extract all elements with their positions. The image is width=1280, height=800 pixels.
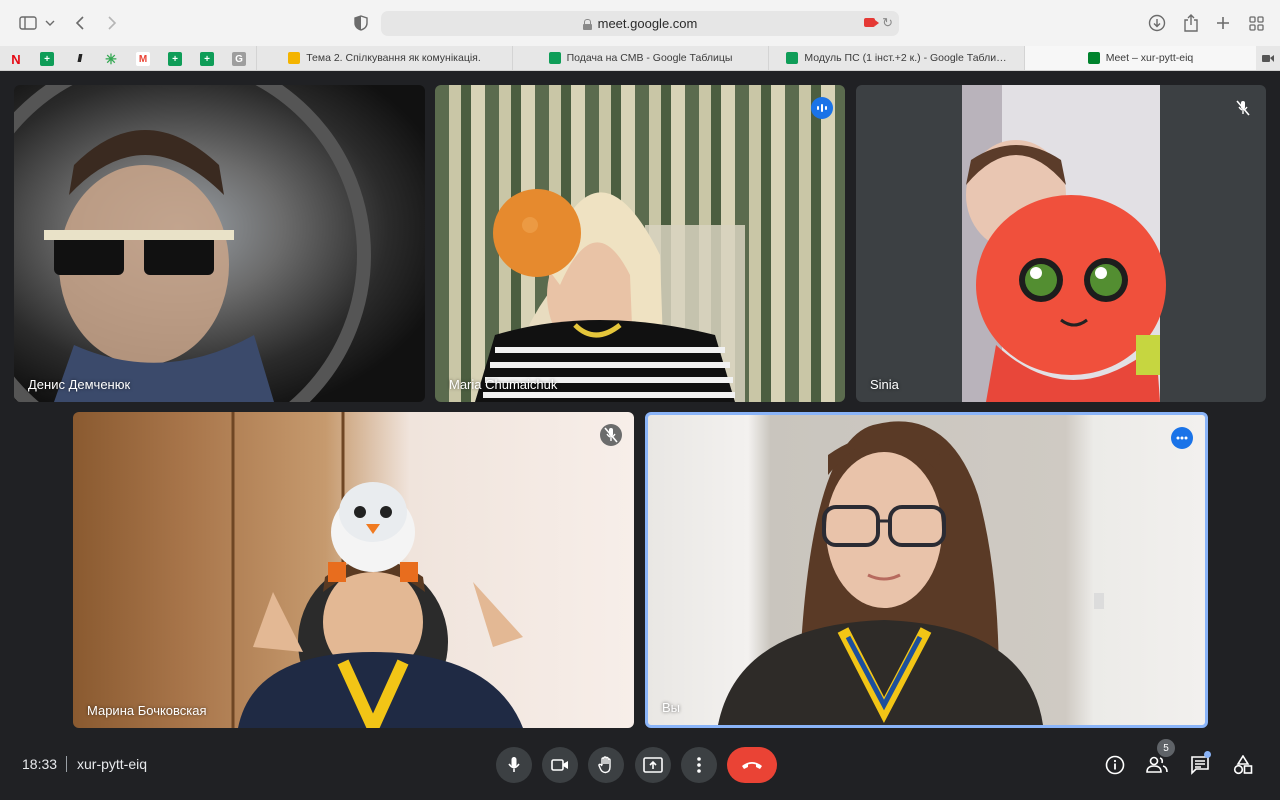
tab-bar: N + /// ✳ M + + G Тема 2. Спілкування як…: [0, 46, 1280, 71]
more-options-button[interactable]: [681, 747, 717, 783]
lock-icon: [582, 18, 592, 30]
microphone-icon: [508, 757, 520, 772]
g-icon[interactable]: G: [232, 52, 246, 66]
camera-in-use-icon[interactable]: [864, 18, 879, 27]
share-icon[interactable]: [1180, 11, 1202, 35]
tab-meet[interactable]: Meet – xur-pytt-eiq: [1024, 46, 1256, 70]
video-feed: [475, 189, 745, 402]
meeting-time: 18:33: [22, 756, 58, 772]
sheets-icon[interactable]: +: [200, 52, 214, 66]
download-icon[interactable]: [1146, 11, 1168, 35]
tab-theme[interactable]: Тема 2. Спілкування як комунікація.: [256, 46, 512, 70]
tab-label: Модуль ПС (1 інст.+2 к.) - Google Табли…: [804, 52, 1007, 64]
self-tile[interactable]: Вы: [645, 412, 1208, 728]
asterisk-icon[interactable]: ✳: [104, 51, 118, 67]
shield-icon[interactable]: [351, 11, 371, 35]
present-icon: [643, 757, 663, 773]
meeting-controls-bar: 18:33 xur-pytt-eiq 5: [0, 728, 1280, 800]
participant-tile[interactable]: Sinia: [856, 85, 1266, 402]
tab-label: Meet – xur-pytt-eiq: [1105, 52, 1194, 64]
meet-icon: [1087, 52, 1100, 64]
mic-off-icon: [1232, 97, 1254, 119]
video-feed: [962, 85, 1166, 402]
sidebar-toggle-icon[interactable]: [16, 11, 40, 35]
url-text: meet.google.com: [597, 16, 698, 31]
people-icon: [1146, 756, 1168, 773]
gmail-icon[interactable]: M: [136, 52, 150, 66]
address-bar[interactable]: meet.google.com ↻: [381, 11, 899, 36]
more-vert-icon: [697, 757, 701, 773]
video-feed: [231, 412, 523, 728]
netflix-icon[interactable]: N: [9, 52, 23, 67]
participant-tile[interactable]: Maria Chumaichuk: [435, 85, 845, 402]
back-icon[interactable]: [70, 11, 90, 35]
mic-off-icon: [600, 424, 622, 446]
participant-name: Вы: [662, 700, 681, 715]
participant-tile[interactable]: Денис Демченюк: [14, 85, 425, 402]
shapes-icon: [1233, 755, 1253, 775]
hand-icon: [598, 756, 611, 774]
sheets-icon: [786, 52, 799, 64]
raise-hand-button[interactable]: [588, 747, 624, 783]
activities-button[interactable]: [1230, 752, 1256, 778]
reload-icon[interactable]: ↻: [882, 15, 893, 31]
forward-icon[interactable]: [102, 11, 122, 35]
participant-name: Денис Демченюк: [28, 377, 131, 392]
camera-icon[interactable]: [1262, 53, 1274, 63]
browser-toolbar: meet.google.com ↻: [0, 0, 1280, 46]
new-message-dot: [1204, 751, 1211, 758]
tab-label: Тема 2. Спілкування як комунікація.: [306, 52, 481, 64]
tab-overview-icon[interactable]: [1245, 11, 1267, 35]
stripes-icon[interactable]: ///: [72, 52, 86, 66]
classroom-icon: [288, 52, 301, 64]
new-tab-icon[interactable]: [1212, 11, 1234, 35]
leave-call-button[interactable]: [727, 747, 777, 783]
sheets-icon[interactable]: +: [40, 52, 54, 66]
microphone-button[interactable]: [496, 747, 532, 783]
meeting-details-button[interactable]: [1102, 752, 1128, 778]
participant-tile[interactable]: Марина Бочковская: [73, 412, 634, 728]
sheets-icon: [548, 52, 561, 64]
chevron-down-icon[interactable]: [42, 11, 58, 35]
camera-icon: [551, 759, 568, 771]
meeting-code: xur-pytt-eiq: [77, 756, 148, 772]
tab-label: Подача на СМВ - Google Таблицы: [566, 52, 733, 64]
info-icon: [1105, 755, 1125, 775]
hang-up-icon: [742, 762, 762, 769]
tab-module-sheet[interactable]: Модуль ПС (1 інст.+2 к.) - Google Табли…: [768, 46, 1024, 70]
tab-smv-sheet[interactable]: Подача на СМВ - Google Таблицы: [512, 46, 768, 70]
participant-count-badge: 5: [1157, 739, 1175, 757]
video-feed: [718, 421, 1104, 725]
present-screen-button[interactable]: [635, 747, 671, 783]
camera-button[interactable]: [542, 747, 578, 783]
speaking-icon: [811, 97, 833, 119]
more-options-icon[interactable]: [1171, 427, 1193, 449]
divider: [66, 756, 67, 772]
participant-name: Maria Chumaichuk: [449, 377, 558, 392]
sheets-icon[interactable]: +: [168, 52, 182, 66]
participant-name: Sinia: [870, 377, 899, 392]
video-feed: [14, 85, 371, 402]
chat-icon: [1191, 756, 1209, 775]
participant-name: Марина Бочковская: [87, 703, 207, 718]
